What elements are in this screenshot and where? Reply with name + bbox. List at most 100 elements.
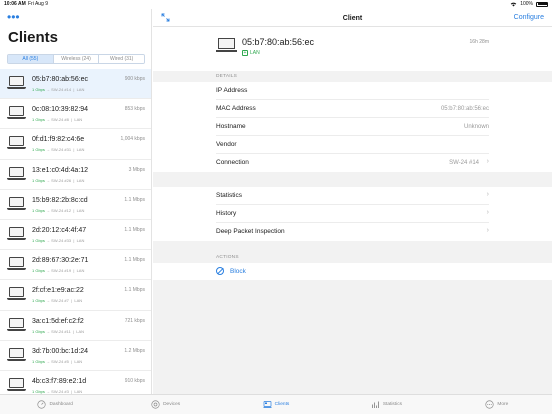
client-port: SW-24 #26: [51, 177, 72, 183]
connection-type-label: LAN: [250, 50, 260, 56]
client-connection-type: LAN: [74, 298, 83, 304]
client-mac: 0f:d1:f9:82:c4:6e: [32, 136, 85, 144]
client-row[interactable]: 4b:c3:f7:89:e2:1d 910 kbps 1 Gbps → SW-24 …: [0, 371, 151, 394]
client-port: SW-24 #31: [51, 147, 72, 153]
block-button[interactable]: Block: [216, 263, 489, 280]
laptop-icon: [7, 76, 26, 91]
client-mac: 15:b9:82:2b:8c:cd: [32, 196, 88, 204]
actions-group: Block: [153, 263, 552, 280]
client-rate: 900 kbps: [124, 76, 145, 82]
filter-wired[interactable]: Wired (31): [99, 55, 144, 63]
client-rate: 1.2 Mbps: [124, 347, 145, 354]
more-options-icon[interactable]: •••: [7, 11, 20, 23]
client-link-speed: 1 Gbps: [32, 358, 45, 364]
detail-row-ip-address: IP Address: [216, 82, 489, 100]
client-connection-type: LAN: [76, 87, 85, 92]
arrow-icon: →: [46, 328, 51, 334]
arrow-icon: →: [46, 147, 51, 153]
more-icon: [485, 400, 494, 409]
client-rate: 1.1 Mbps: [124, 257, 145, 264]
laptop-icon: [7, 287, 26, 302]
client-rate: 1.1 Mbps: [124, 287, 145, 294]
client-detail-pane: Client Configure 05:b7:80:ab:56:ec 16h 2…: [153, 9, 552, 394]
configure-button[interactable]: Configure: [514, 14, 544, 21]
client-row[interactable]: 13:e1:c0:4d:4a:12 3 Mbps 1 Gbps → SW-24 #2…: [0, 160, 151, 190]
nav-title: Client: [342, 15, 363, 22]
tab-label: Clients: [274, 402, 290, 407]
arrow-icon: →: [46, 207, 51, 213]
tab-label: Devices: [163, 402, 181, 407]
client-row[interactable]: 05:b7:80:ab:56:ec 900 kbps 1 Gbps → SW-24 …: [0, 69, 151, 100]
client-connection-type: LAN: [74, 117, 83, 123]
detail-value: Unknown: [463, 123, 489, 130]
client-row[interactable]: 2d:89:67:30:2e:71 1.1 Mbps 1 Gbps → SW-24 …: [0, 250, 151, 281]
client-mac: 3a:c1:5d:ef:c2:f2: [32, 317, 84, 325]
detail-label: Hostname: [216, 123, 246, 130]
client-row[interactable]: 0c:08:10:39:82:94 853 kbps 1 Gbps → SW-24 …: [0, 99, 151, 130]
arrow-icon: →: [46, 117, 51, 123]
client-port: SW-24 #12: [51, 207, 72, 213]
statistics-icon: [371, 401, 379, 408]
link-label: Deep Packet Inspection: [216, 228, 285, 235]
client-row[interactable]: 0f:d1:f9:82:c4:6e 1,004 kbps 1 Gbps → SW-2…: [0, 129, 151, 160]
deep-packet-inspection-link[interactable]: Deep Packet Inspection ›: [216, 223, 489, 241]
arrow-icon: →: [46, 358, 51, 364]
history-link[interactable]: History ›: [216, 205, 489, 223]
client-link-speed: 1 Gbps: [32, 117, 45, 123]
detail-label: IP Address: [216, 87, 248, 94]
client-mac: 05:b7:80:ab:56:ec: [32, 76, 89, 83]
detail-row-vendor: Vendor: [216, 136, 489, 154]
client-meta: 1 Gbps → SW-24 #8 | LAN: [32, 117, 83, 123]
client-mac: 3d:7b:00:bc:1d:24: [32, 347, 89, 355]
tab-more[interactable]: More: [442, 395, 552, 414]
client-meta: 1 Gbps → SW-24 #33 | LAN: [32, 237, 85, 243]
wifi-icon: [510, 2, 517, 6]
tab-label: Statistics: [382, 402, 403, 407]
detail-row-hostname: Hostname Unknown: [216, 118, 489, 136]
filter-all[interactable]: All (55): [8, 55, 54, 63]
detail-row-connection[interactable]: Connection SW-24 #14 ›: [216, 154, 489, 172]
block-label: Block: [230, 268, 246, 275]
client-row[interactable]: 15:b9:82:2b:8c:cd 1.1 Mbps 1 Gbps → SW-24 …: [0, 190, 151, 220]
client-link-speed: 1 Gbps: [32, 147, 45, 153]
client-mac: 4b:c3:f7:89:e2:1d: [32, 377, 87, 385]
battery-icon: [536, 1, 548, 7]
tab-clients[interactable]: Clients: [221, 395, 331, 414]
laptop-icon: [216, 38, 237, 54]
client-mac: 2f:cf:e1:e9:ac:22: [32, 287, 84, 295]
client-rate: 3 Mbps: [128, 166, 145, 173]
laptop-icon: [7, 226, 26, 242]
laptop-icon: [7, 377, 26, 393]
client-meta: 1 Gbps → SW-24 #11 | LAN: [32, 328, 85, 334]
arrow-icon: →: [46, 237, 51, 243]
chevron-right-icon: ›: [486, 158, 489, 165]
client-meta: 1 Gbps → SW-24 #5 | LAN: [32, 358, 83, 364]
client-row[interactable]: 3a:c1:5d:ef:c2:f2 721 kbps 1 Gbps → SW-24 …: [0, 311, 151, 341]
client-row[interactable]: 2d:20:12:c4:4f:47 1.1 Mbps 1 Gbps → SW-24 …: [0, 220, 151, 251]
client-row[interactable]: 3d:7b:00:bc:1d:24 1.2 Mbps 1 Gbps → SW-24 …: [0, 341, 151, 371]
client-connection-type: LAN: [76, 177, 85, 183]
client-meta: 1 Gbps → SW-24 #12 | LAN: [32, 207, 85, 213]
client-rate: 910 kbps: [124, 377, 145, 384]
arrow-icon: →: [46, 87, 51, 92]
status-date: Fri Aug 9: [28, 1, 49, 7]
statistics-link[interactable]: Statistics ›: [216, 187, 489, 205]
tab-devices[interactable]: Devices: [110, 395, 220, 414]
client-link-speed: 1 Gbps: [32, 237, 45, 243]
dashboard-icon: [37, 400, 47, 409]
tab-label: Dashboard: [49, 402, 73, 407]
tab-statistics[interactable]: Statistics: [331, 395, 441, 414]
client-port: SW-24 #5: [51, 358, 69, 364]
client-rate: 721 kbps: [124, 317, 145, 324]
tab-dashboard[interactable]: Dashboard: [0, 395, 110, 414]
links-group: Statistics › History › Deep Packet Inspe…: [153, 187, 552, 241]
client-mac: 2d:20:12:c4:4f:47: [32, 226, 87, 234]
client-connection-type: LAN: [76, 268, 85, 274]
filter-wireless[interactable]: Wireless (24): [53, 55, 100, 63]
client-rate: 853 kbps: [124, 106, 145, 113]
arrow-icon: →: [46, 177, 51, 183]
laptop-icon: [7, 166, 26, 182]
client-filter-segmented-control: All (55) Wireless (24) Wired (31): [7, 54, 145, 64]
client-port: SW-24 #14: [51, 87, 72, 92]
client-row[interactable]: 2f:cf:e1:e9:ac:22 1.1 Mbps 1 Gbps → SW-24 …: [0, 280, 151, 311]
